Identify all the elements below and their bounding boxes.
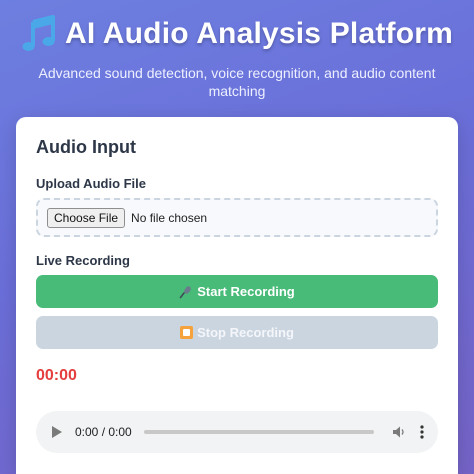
stop-recording-label: Stop Recording (197, 325, 294, 340)
start-recording-label: Start Recording (197, 284, 295, 299)
volume-icon[interactable] (392, 425, 406, 439)
page-title: AI Audio Analysis Platform (64, 17, 454, 50)
title-row: AI Audio Analysis Platform (0, 14, 474, 54)
player-time: 0:00 / 0:00 (75, 425, 132, 439)
start-recording-button[interactable]: Start Recording (36, 275, 438, 308)
file-status-text: No file chosen (131, 210, 208, 225)
audio-player[interactable]: 0:00 / 0:00 (36, 411, 438, 453)
upload-label: Upload Audio File (36, 176, 147, 191)
microphone-icon (179, 285, 192, 298)
stop-recording-button[interactable]: Stop Recording (36, 316, 438, 349)
play-icon[interactable] (52, 426, 62, 438)
recording-timer: 00:00 (36, 367, 77, 384)
choose-file-button[interactable]: Choose File (47, 207, 126, 228)
section-title-audio-input: Audio Input (36, 137, 136, 157)
page-subtitle: Advanced sound detection, voice recognit… (38, 65, 436, 99)
seek-bar[interactable] (143, 430, 374, 434)
page-header: AI Audio Analysis Platform Advanced soun… (0, 0, 474, 100)
audio-input-card: Audio Input Upload Audio File Choose Fil… (16, 117, 458, 474)
live-recording-label: Live Recording (36, 253, 130, 268)
file-upload-dropzone[interactable]: Choose File No file chosen (36, 198, 438, 237)
stop-icon (180, 326, 194, 339)
musical-notes-icon (22, 15, 55, 51)
more-options-icon[interactable] (420, 425, 424, 439)
